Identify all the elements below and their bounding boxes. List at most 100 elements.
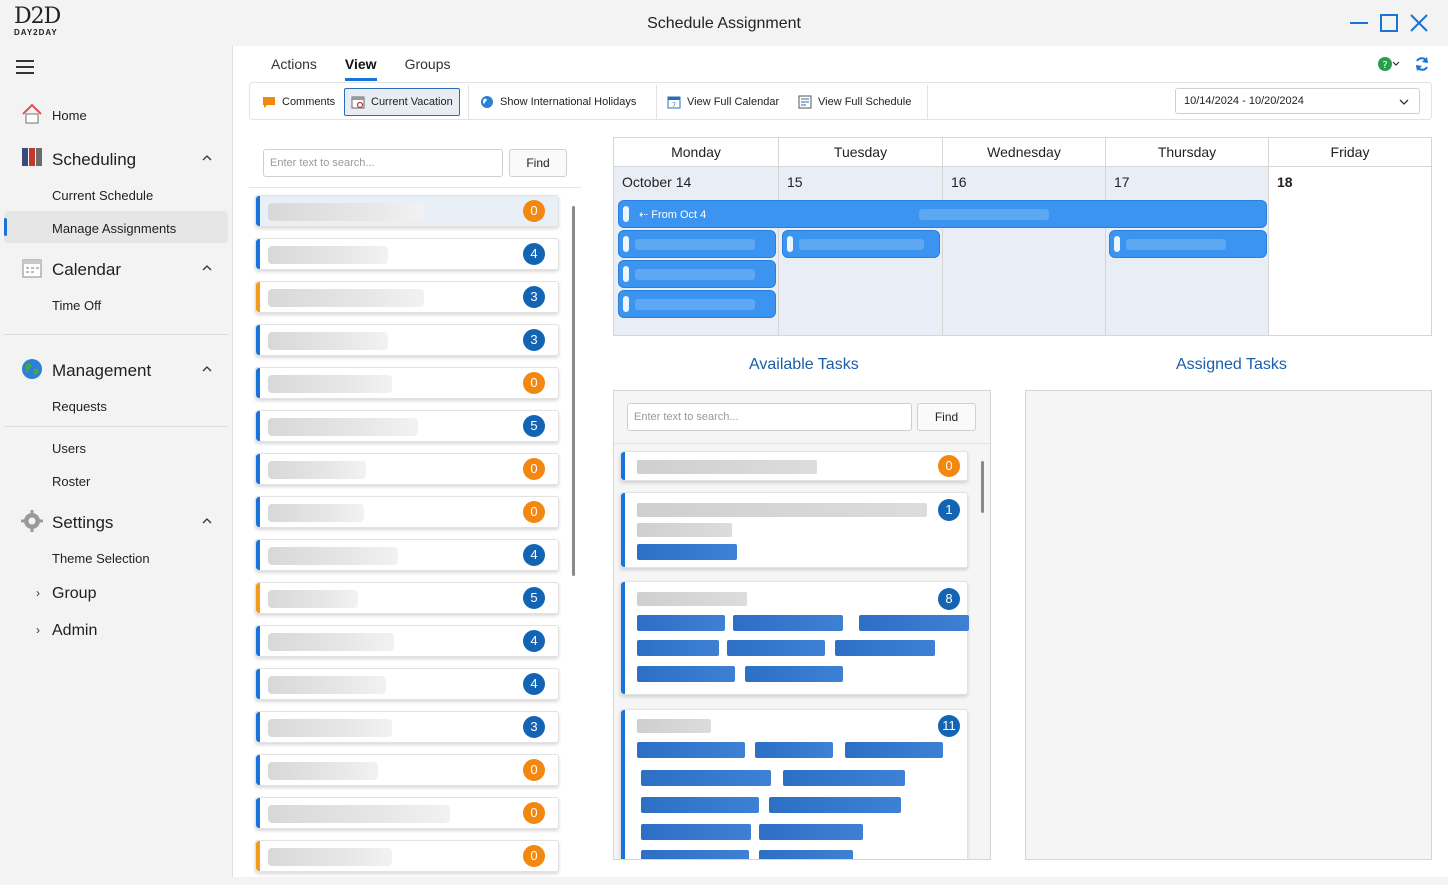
top-icons: ? (1378, 56, 1430, 72)
view-full-calendar-button[interactable]: 7 View Full Calendar (661, 88, 785, 116)
current-vacation-button[interactable]: Current Vacation (344, 88, 460, 116)
event-handle (623, 296, 629, 312)
task-stripe (621, 582, 625, 694)
close-icon[interactable] (1408, 12, 1430, 34)
calendar-day-friday[interactable]: Friday 18 (1269, 138, 1431, 335)
employee-find-button[interactable]: Find (509, 149, 567, 177)
employee-search-input[interactable]: Enter text to search... (263, 149, 503, 177)
task-find-button[interactable]: Find (917, 403, 976, 431)
event-title-redacted (919, 209, 1049, 220)
sidebar-item-roster[interactable]: Roster (52, 474, 90, 489)
refresh-icon[interactable] (1414, 56, 1430, 72)
minimize-icon[interactable] (1348, 12, 1370, 34)
sidebar-item-admin[interactable]: Admin (52, 622, 97, 640)
task-title-redacted (637, 503, 927, 517)
chevron-up-icon[interactable] (202, 516, 212, 526)
list-divider (249, 187, 581, 188)
tab-view[interactable]: View (344, 56, 377, 81)
employee-row-stripe (256, 239, 260, 269)
date-range-dropdown[interactable]: 10/14/2024 - 10/20/2024 (1175, 88, 1420, 114)
sidebar-item-management[interactable]: Management (52, 361, 151, 381)
chevron-right-icon[interactable]: › (36, 623, 40, 637)
assigned-tasks-panel[interactable] (1025, 390, 1432, 860)
employee-row[interactable]: 0 (255, 840, 559, 872)
help-icon[interactable]: ? (1378, 56, 1400, 72)
task-card[interactable]: 11 (620, 709, 968, 859)
chevron-up-icon[interactable] (202, 153, 212, 163)
chevron-up-icon[interactable] (202, 263, 212, 273)
task-stripe (621, 493, 625, 567)
view-full-schedule-button[interactable]: View Full Schedule (792, 88, 917, 116)
chevron-up-icon[interactable] (202, 364, 212, 374)
employee-name-redacted (268, 547, 398, 565)
employee-row[interactable]: 4 (255, 625, 559, 657)
task-card[interactable]: 8 (620, 581, 969, 695)
employee-row[interactable]: 3 (255, 711, 559, 743)
task-list-scrollbar[interactable] (981, 461, 984, 513)
show-international-holidays-button[interactable]: Show International Holidays (474, 88, 642, 116)
show-international-holidays-label: Show International Holidays (500, 96, 637, 108)
task-tag-chip (859, 615, 969, 631)
tab-actions[interactable]: Actions (271, 56, 317, 81)
employee-row[interactable]: 0 (255, 496, 559, 528)
assignment-count-badge: 4 (523, 673, 545, 695)
sidebar-item-calendar[interactable]: Calendar (52, 260, 121, 280)
employee-row[interactable]: 4 (255, 238, 559, 270)
scheduling-icon (22, 148, 42, 166)
task-search-input[interactable]: Enter text to search... (627, 403, 912, 431)
employee-row[interactable]: 0 (255, 195, 559, 227)
sidebar-item-theme-selection[interactable]: Theme Selection (52, 551, 150, 566)
tab-groups[interactable]: Groups (405, 56, 451, 81)
task-count-badge: 11 (938, 715, 960, 737)
view-full-schedule-label: View Full Schedule (818, 96, 912, 108)
task-card[interactable]: 0 (620, 451, 968, 481)
event-title-redacted (635, 299, 755, 310)
sidebar-item-scheduling[interactable]: Scheduling (52, 150, 136, 170)
sidebar-item-group[interactable]: Group (52, 585, 96, 603)
day-date: 17 (1114, 174, 1130, 190)
calendar-event[interactable] (618, 230, 776, 258)
event-handle (623, 266, 629, 282)
comments-button[interactable]: Comments (256, 88, 341, 116)
toolbar-divider (656, 85, 657, 119)
chevron-right-icon[interactable]: › (36, 586, 40, 600)
employee-row[interactable]: 4 (255, 539, 559, 571)
sidebar-item-requests[interactable]: Requests (52, 399, 107, 414)
hamburger-menu-icon[interactable] (16, 60, 34, 74)
employee-row[interactable]: 0 (255, 754, 559, 786)
employee-name-redacted (268, 375, 392, 393)
sidebar-item-home[interactable]: Home (52, 108, 87, 123)
event-title-redacted (1126, 239, 1226, 250)
assignment-count-badge: 3 (523, 329, 545, 351)
employee-row[interactable]: 3 (255, 281, 559, 313)
employee-name-redacted (268, 203, 424, 221)
calendar-day-wednesday[interactable]: Wednesday 16 (943, 138, 1106, 335)
employee-row-stripe (256, 755, 260, 785)
calendar-event[interactable] (782, 230, 940, 258)
employee-row[interactable]: 5 (255, 582, 559, 614)
employee-row[interactable]: 5 (255, 410, 559, 442)
calendar-event[interactable]: ⇠ From Oct 4 (618, 200, 1267, 228)
assignment-count-badge: 0 (523, 458, 545, 480)
sidebar-item-manage-assignments[interactable]: Manage Assignments (52, 221, 176, 236)
employee-row[interactable]: 0 (255, 797, 559, 829)
maximize-icon[interactable] (1378, 12, 1400, 34)
task-card[interactable]: 1 (620, 492, 968, 568)
calendar-event[interactable] (1109, 230, 1267, 258)
employee-list-scrollbar[interactable] (572, 206, 575, 576)
employee-row[interactable]: 4 (255, 668, 559, 700)
employee-row[interactable]: 0 (255, 453, 559, 485)
employee-name-redacted (268, 848, 392, 866)
sidebar-item-settings[interactable]: Settings (52, 513, 113, 533)
assignment-count-badge: 5 (523, 587, 545, 609)
sidebar-item-users[interactable]: Users (52, 441, 86, 456)
employee-row[interactable]: 0 (255, 367, 559, 399)
employee-row[interactable]: 3 (255, 324, 559, 356)
employee-name-redacted (268, 805, 450, 823)
task-title-redacted (637, 719, 711, 733)
calendar-event[interactable] (618, 290, 776, 318)
day-header: Thursday (1106, 138, 1268, 167)
calendar-event[interactable] (618, 260, 776, 288)
sidebar-item-time-off[interactable]: Time Off (52, 298, 101, 313)
sidebar-item-current-schedule[interactable]: Current Schedule (52, 188, 153, 203)
